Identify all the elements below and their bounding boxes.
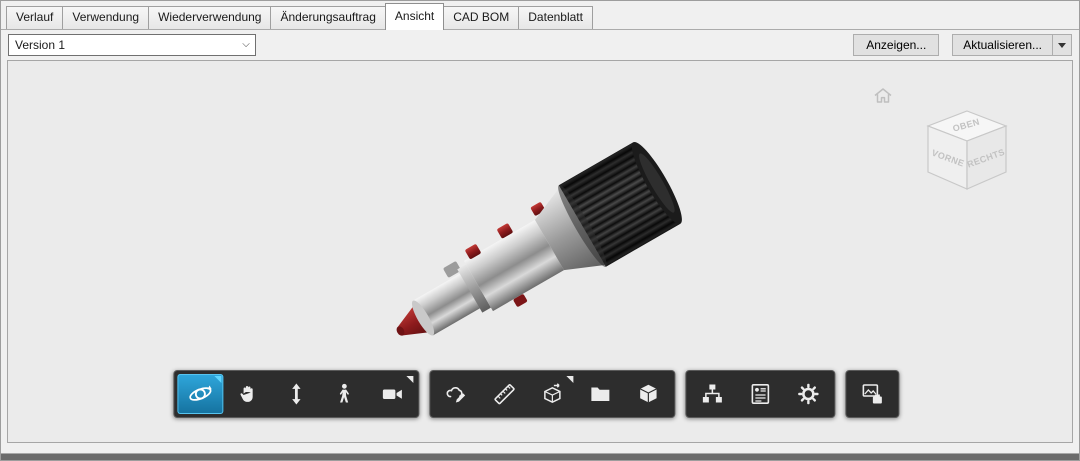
zoom-vertical-icon bbox=[292, 383, 301, 405]
snapshot-icon bbox=[862, 384, 882, 404]
tab-verlauf[interactable]: Verlauf bbox=[6, 6, 64, 29]
toolbar-group-output bbox=[845, 370, 900, 418]
version-select-value: Version 1 bbox=[15, 38, 66, 52]
tab-bar: Verlauf Verwendung Wiederverwendung Ände… bbox=[1, 1, 1079, 30]
model-structure-icon bbox=[702, 384, 722, 403]
controls-row: Version 1 ⌵ Anzeigen... Aktualisieren... bbox=[1, 30, 1079, 60]
section-box-button[interactable] bbox=[529, 374, 575, 414]
chevron-down-icon: ⌵ bbox=[242, 39, 250, 50]
tab-verwendung[interactable]: Verwendung bbox=[62, 6, 150, 29]
walk-person-icon bbox=[339, 383, 349, 403]
tab-wiederverwendung[interactable]: Wiederverwendung bbox=[148, 6, 272, 29]
home-view-icon[interactable] bbox=[873, 87, 893, 104]
properties-button[interactable] bbox=[737, 374, 783, 414]
camera-button[interactable] bbox=[369, 374, 415, 414]
settings-button[interactable] bbox=[785, 374, 831, 414]
orbit-button[interactable] bbox=[177, 374, 224, 414]
3d-model-turbine[interactable] bbox=[371, 117, 731, 377]
aktualisieren-button[interactable]: Aktualisieren... bbox=[952, 34, 1053, 56]
zoom-button[interactable] bbox=[273, 374, 319, 414]
markup-button[interactable] bbox=[433, 374, 479, 414]
tab-datenblatt[interactable]: Datenblatt bbox=[518, 6, 593, 29]
toolbar-group-navigation bbox=[173, 370, 420, 418]
markup-icon bbox=[446, 387, 466, 403]
pan-hand-icon bbox=[240, 385, 253, 402]
version-select[interactable]: Version 1 ⌵ bbox=[8, 34, 256, 56]
anzeigen-button[interactable]: Anzeigen... bbox=[853, 34, 940, 56]
model-structure-button[interactable] bbox=[689, 374, 735, 414]
viewer-toolbar bbox=[173, 370, 900, 418]
ruler-icon bbox=[494, 384, 515, 405]
gear-icon bbox=[798, 383, 819, 405]
vault-preview-window: Verlauf Verwendung Wiederverwendung Ände… bbox=[0, 0, 1080, 461]
pan-button[interactable] bbox=[225, 374, 271, 414]
orbit-icon bbox=[189, 385, 212, 401]
properties-icon bbox=[751, 383, 770, 404]
folder-icon bbox=[591, 387, 610, 401]
tab-cad-bom[interactable]: CAD BOM bbox=[443, 6, 520, 29]
section-box-icon bbox=[544, 383, 561, 404]
measure-button[interactable] bbox=[481, 374, 527, 414]
model-cube-button[interactable] bbox=[625, 374, 671, 414]
walk-button[interactable] bbox=[321, 374, 367, 414]
flyout-indicator-icon bbox=[214, 376, 222, 383]
viewer-viewport[interactable]: OBEN VORNE RECHTS bbox=[7, 60, 1073, 443]
snapshot-button[interactable] bbox=[849, 374, 895, 414]
toolbar-group-tools bbox=[429, 370, 676, 418]
window-bottom-edge bbox=[1, 453, 1079, 460]
aktualisieren-splitbutton: Aktualisieren... bbox=[952, 34, 1072, 56]
viewcube[interactable]: OBEN VORNE RECHTS bbox=[920, 103, 1014, 203]
aktualisieren-dropdown-button[interactable] bbox=[1052, 34, 1072, 56]
dropdown-arrow-icon bbox=[1058, 42, 1066, 48]
cube-icon bbox=[639, 384, 657, 403]
camera-icon bbox=[382, 389, 402, 399]
tab-aenderungsauftrag[interactable]: Änderungsauftrag bbox=[270, 6, 386, 29]
flyout-indicator-icon bbox=[566, 376, 574, 383]
tab-ansicht[interactable]: Ansicht bbox=[384, 3, 445, 30]
flyout-indicator-icon bbox=[406, 376, 414, 383]
toolbar-group-panels bbox=[685, 370, 836, 418]
folder-button[interactable] bbox=[577, 374, 623, 414]
